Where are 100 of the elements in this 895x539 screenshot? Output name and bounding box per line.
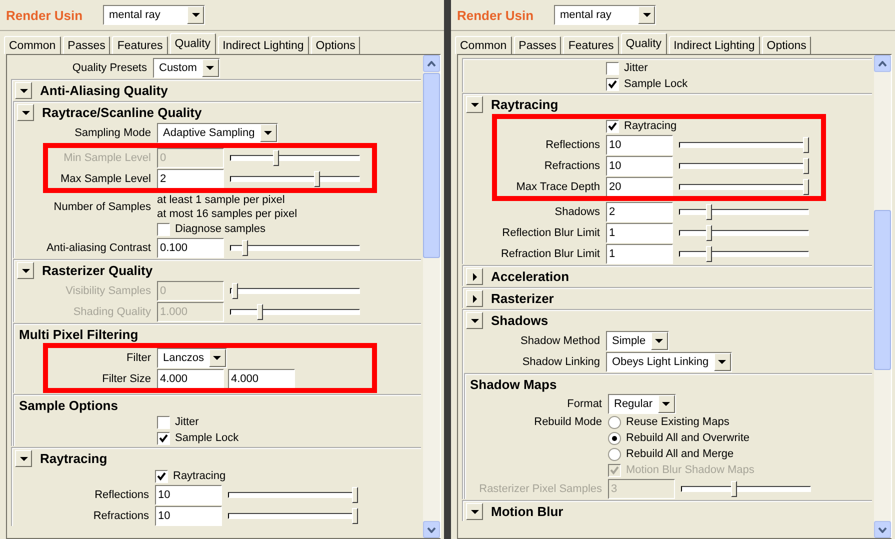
expand-toggle[interactable] bbox=[17, 104, 34, 121]
expand-toggle[interactable] bbox=[15, 82, 32, 99]
value-field[interactable]: 10 bbox=[155, 484, 222, 504]
slider[interactable] bbox=[230, 240, 360, 256]
value-field[interactable]: 0.100 bbox=[157, 238, 224, 258]
scrollbar[interactable] bbox=[874, 55, 891, 538]
expand-toggle[interactable] bbox=[466, 290, 483, 307]
slider[interactable] bbox=[681, 480, 811, 496]
value-field[interactable]: 2 bbox=[606, 202, 673, 222]
checkbox[interactable] bbox=[157, 432, 170, 444]
slider-thumb[interactable] bbox=[706, 246, 712, 262]
renderer-label: Render Usin bbox=[6, 8, 84, 22]
dropdown[interactable]: Obeys Light Linking bbox=[606, 352, 732, 372]
field-label: Anti-aliasing Contrast bbox=[45, 242, 151, 254]
value-field[interactable]: 1 bbox=[606, 244, 673, 264]
scroll-thumb[interactable] bbox=[423, 73, 440, 258]
slider[interactable] bbox=[230, 304, 360, 320]
slider[interactable] bbox=[679, 158, 809, 174]
scroll-up-icon[interactable] bbox=[874, 55, 891, 72]
scroll-up-icon[interactable] bbox=[423, 55, 440, 72]
tab[interactable]: Quality bbox=[170, 33, 216, 54]
slider-thumb[interactable] bbox=[352, 508, 358, 524]
field-label: Shadow Method bbox=[520, 334, 600, 346]
tab[interactable]: Common bbox=[4, 36, 61, 54]
tab[interactable]: Passes bbox=[514, 36, 562, 54]
scrollbar[interactable] bbox=[423, 55, 440, 538]
field-label: Reflections bbox=[94, 488, 149, 500]
slider-thumb[interactable] bbox=[706, 204, 712, 220]
dropdown[interactable]: Custom bbox=[153, 58, 220, 78]
dropdown[interactable]: Regular bbox=[608, 394, 676, 414]
tab[interactable]: Features bbox=[112, 36, 168, 54]
caret-down-icon bbox=[470, 316, 478, 324]
scroll-down-icon[interactable] bbox=[874, 521, 891, 538]
dropdown[interactable]: Adaptive Sampling bbox=[157, 122, 278, 142]
slider-thumb[interactable] bbox=[352, 486, 358, 502]
dropdown[interactable]: Lanczos bbox=[157, 348, 227, 368]
dropdown[interactable]: mental ray bbox=[554, 5, 656, 25]
tab[interactable]: Options bbox=[762, 36, 812, 54]
radio-button[interactable] bbox=[608, 416, 621, 428]
renderer-label: Render Usin bbox=[457, 8, 535, 22]
slider-thumb[interactable] bbox=[803, 178, 809, 194]
field-label: Max Sample Level bbox=[60, 172, 151, 184]
tab[interactable]: Common bbox=[455, 36, 512, 54]
scroll-thumb[interactable] bbox=[874, 210, 891, 370]
checkbox-label: Raytracing bbox=[624, 120, 677, 132]
slider[interactable] bbox=[679, 204, 809, 220]
value-field[interactable]: 4.000 bbox=[157, 368, 224, 388]
value-field[interactable]: 10 bbox=[155, 506, 222, 526]
checkbox[interactable] bbox=[157, 416, 170, 428]
checkbox[interactable] bbox=[606, 62, 619, 74]
expand-toggle[interactable] bbox=[466, 312, 483, 329]
field-label: Rebuild Mode bbox=[533, 415, 602, 430]
section-title: Rasterizer bbox=[491, 291, 554, 306]
info-text: at least 1 sample per pixel bbox=[157, 193, 286, 207]
value-field[interactable]: 1 bbox=[606, 222, 673, 242]
slider-thumb[interactable] bbox=[314, 170, 320, 186]
dropdown[interactable]: mental ray bbox=[103, 5, 205, 25]
slider[interactable] bbox=[230, 170, 360, 186]
expand-toggle[interactable] bbox=[17, 262, 34, 279]
field-label: Filter Size bbox=[101, 372, 151, 384]
slider[interactable] bbox=[679, 136, 809, 152]
tab[interactable]: Indirect Lighting bbox=[668, 36, 760, 54]
slider-thumb[interactable] bbox=[803, 158, 809, 174]
expand-toggle[interactable] bbox=[15, 450, 32, 467]
slider[interactable] bbox=[230, 150, 360, 166]
tab[interactable]: Quality bbox=[620, 33, 667, 54]
checkbox[interactable] bbox=[606, 120, 619, 132]
slider-thumb[interactable] bbox=[242, 240, 248, 256]
dropdown[interactable]: Simple bbox=[606, 330, 669, 350]
slider[interactable] bbox=[679, 246, 809, 262]
checkbox[interactable] bbox=[157, 222, 170, 236]
slider[interactable] bbox=[228, 486, 358, 502]
slider-thumb[interactable] bbox=[803, 136, 809, 152]
radio-button[interactable] bbox=[608, 432, 621, 444]
caret-down-icon bbox=[20, 86, 28, 94]
tab[interactable]: Passes bbox=[62, 36, 110, 54]
value-field[interactable]: 2 bbox=[157, 168, 224, 188]
slider[interactable] bbox=[228, 508, 358, 524]
field-label: Visibility Samples bbox=[64, 284, 151, 296]
slider[interactable] bbox=[679, 178, 809, 194]
radio-button[interactable] bbox=[608, 448, 621, 460]
value-field[interactable]: 20 bbox=[606, 176, 673, 196]
field-label: Refractions bbox=[92, 510, 149, 522]
slider[interactable] bbox=[679, 224, 809, 240]
expand-toggle[interactable] bbox=[466, 96, 483, 113]
tab[interactable]: Indirect Lighting bbox=[218, 36, 309, 54]
value-field[interactable]: 10 bbox=[606, 156, 673, 176]
tab[interactable]: Features bbox=[563, 36, 619, 54]
value-field[interactable]: 10 bbox=[606, 134, 673, 154]
checkbox-label: Motion Blur Shadow Maps bbox=[626, 464, 754, 476]
scroll-down-icon[interactable] bbox=[423, 521, 440, 538]
slider[interactable] bbox=[230, 282, 360, 298]
radio-label: Rebuild All and Overwrite bbox=[626, 432, 750, 444]
slider-thumb[interactable] bbox=[706, 224, 712, 240]
tab[interactable]: Options bbox=[310, 36, 360, 54]
expand-toggle[interactable] bbox=[466, 268, 483, 285]
expand-toggle[interactable] bbox=[466, 503, 483, 520]
checkbox[interactable] bbox=[606, 78, 619, 90]
value-field[interactable]: 4.000 bbox=[228, 368, 295, 388]
checkbox[interactable] bbox=[155, 470, 168, 482]
